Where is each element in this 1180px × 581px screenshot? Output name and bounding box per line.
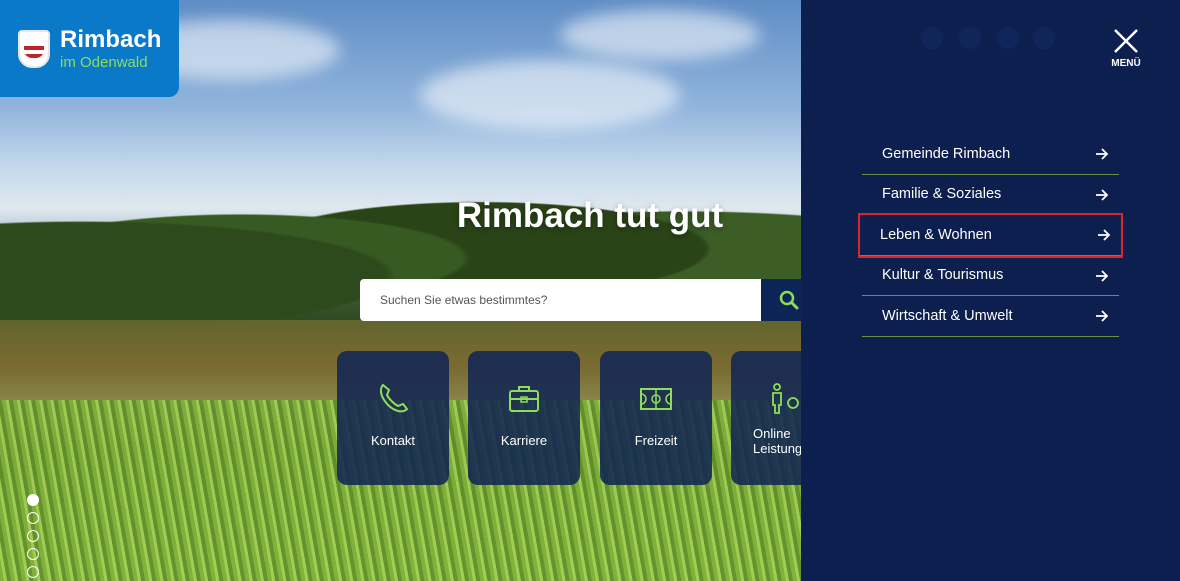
court-icon [640, 388, 672, 410]
hero-headline: Rimbach tut gut [456, 196, 724, 235]
nav-item-label: Leben & Wohnen [880, 226, 992, 243]
logo-subtitle: im Odenwald [60, 54, 148, 71]
tile-label: Karriere [500, 433, 548, 448]
slider-dot-2[interactable] [27, 512, 39, 524]
nav-item-leben-wohnen[interactable]: Leben & Wohnen [858, 213, 1123, 258]
slider-dot-1[interactable] [27, 494, 39, 506]
cloud [560, 10, 760, 60]
arrow-right-icon [1096, 310, 1109, 322]
tile-online-leistungen[interactable]: Online Leistung [731, 351, 801, 485]
logo-title: Rimbach [60, 26, 162, 53]
search-input[interactable] [360, 279, 761, 321]
misc-icon[interactable] [1033, 27, 1055, 49]
tile-karriere[interactable]: Karriere [468, 351, 580, 485]
nav-item-familie-soziales[interactable]: Familie & Soziales [862, 175, 1119, 215]
nav-item-label: Wirtschaft & Umwelt [882, 307, 1013, 324]
menu-close-button[interactable]: MENÜ [1106, 28, 1146, 73]
arrow-right-icon [1096, 148, 1109, 160]
nav-item-label: Familie & Soziales [882, 186, 1002, 203]
slider-dot-5[interactable] [27, 566, 39, 578]
tile-label: Freizeit [634, 433, 678, 448]
cloud [420, 60, 680, 130]
nav-item-kultur-tourismus[interactable]: Kultur & Tourismus [862, 256, 1119, 296]
phone-icon [379, 383, 409, 413]
tile-kontakt[interactable]: Kontakt [337, 351, 449, 485]
tile-label: Kontakt [370, 433, 416, 448]
youtube-icon[interactable] [997, 27, 1019, 49]
person-gear-icon [772, 383, 799, 414]
search-icon [779, 290, 799, 310]
arrow-right-icon [1096, 269, 1109, 282]
slider-pagination [27, 494, 39, 581]
slider-dot-3[interactable] [27, 530, 39, 542]
instagram-icon[interactable] [959, 27, 981, 49]
site-logo[interactable]: Rimbach im Odenwald [0, 0, 179, 97]
tile-freizeit[interactable]: Freizeit [600, 351, 712, 485]
search-button[interactable] [761, 279, 801, 321]
menu-panel: MENÜ Gemeinde Rimbach Familie & Soziales… [801, 0, 1180, 581]
slider-dot-4[interactable] [27, 548, 39, 560]
nav-item-label: Gemeinde Rimbach [882, 145, 1011, 162]
arrow-right-icon [1098, 229, 1111, 241]
nav-item-label: Kultur & Tourismus [882, 267, 1004, 284]
main-navigation: Gemeinde Rimbach Familie & Soziales Lebe… [858, 134, 1123, 337]
briefcase-icon [509, 386, 539, 412]
facebook-icon[interactable] [921, 27, 943, 49]
menu-label: MENÜ [1111, 58, 1141, 69]
tile-label: Online Leistung [753, 426, 801, 456]
search-bar [360, 279, 761, 321]
nav-item-wirtschaft-umwelt[interactable]: Wirtschaft & Umwelt [862, 296, 1119, 337]
nav-item-gemeinde-rimbach[interactable]: Gemeinde Rimbach [862, 134, 1119, 175]
coat-of-arms-icon [18, 30, 50, 68]
close-icon [1114, 29, 1138, 53]
arrow-right-icon [1096, 188, 1109, 201]
